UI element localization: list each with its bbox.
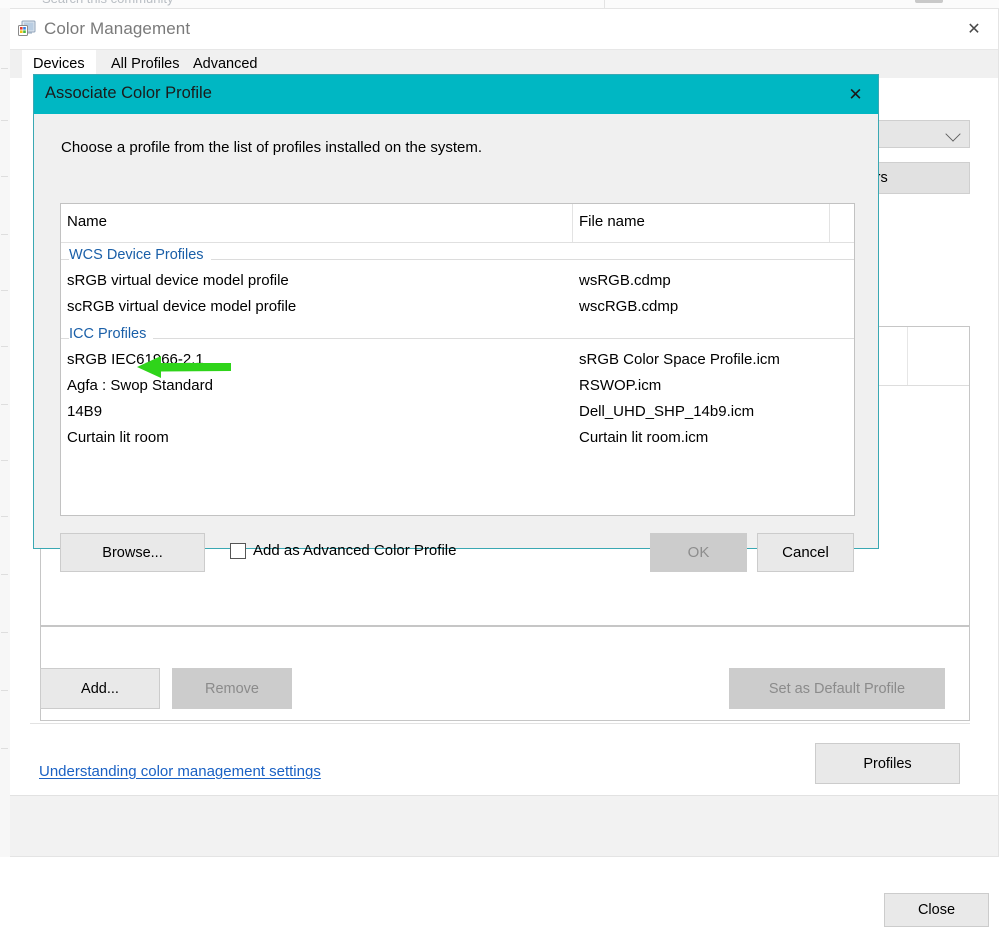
dialog-body: Choose a profile from the list of profil… xyxy=(34,114,878,572)
chevron-down-icon xyxy=(945,126,961,142)
window-footer: Close xyxy=(10,796,998,927)
add-as-advanced-color-profile-checkbox[interactable]: Add as Advanced Color Profile xyxy=(230,542,456,559)
profile-name: 14B9 xyxy=(67,403,103,420)
add-button-label: Add... xyxy=(81,680,119,697)
color-monitor-icon xyxy=(18,20,36,37)
profile-name: sRGB IEC61966-2.1 xyxy=(67,351,204,368)
associate-color-profile-dialog: Associate Color Profile ✕ Choose a profi… xyxy=(33,74,879,572)
profile-name: Curtain lit room xyxy=(67,429,169,446)
ok-button[interactable]: OK xyxy=(650,533,747,572)
section-divider xyxy=(30,723,970,724)
profiles-list[interactable]: Name File name WCS Device Profiles sRGB … xyxy=(60,203,855,516)
group-header-icc: ICC Profiles xyxy=(61,322,854,349)
group-header-wcs: WCS Device Profiles xyxy=(61,243,854,270)
background-window-ghost-text: Search this community xyxy=(42,0,174,6)
close-icon[interactable]: ✕ xyxy=(956,15,992,43)
profile-name: Agfa : Swop Standard xyxy=(67,377,213,394)
set-as-default-profile-label: Set as Default Profile xyxy=(768,680,906,697)
list-item[interactable]: Curtain lit room Curtain lit room.icm xyxy=(61,427,854,453)
background-window-strip: Search this community xyxy=(0,0,999,8)
close-button-label: Close xyxy=(917,902,956,918)
column-header-file-name[interactable]: File name xyxy=(579,213,645,230)
cancel-button[interactable]: Cancel xyxy=(757,533,854,572)
checkbox-box[interactable] xyxy=(230,542,246,559)
dialog-prompt-text: Choose a profile from the list of profil… xyxy=(61,139,483,156)
remove-button[interactable]: Remove xyxy=(172,668,292,709)
profile-file: Dell_UHD_SHP_14b9.icm xyxy=(579,403,755,420)
close-button[interactable]: Close xyxy=(884,893,989,927)
set-as-default-profile-button[interactable]: Set as Default Profile xyxy=(729,668,945,709)
profile-file: wscRGB.cdmp xyxy=(579,298,679,315)
profile-name: sRGB virtual device model profile xyxy=(67,272,289,289)
group-label: ICC Profiles xyxy=(69,326,154,342)
dialog-close-icon[interactable]: ✕ xyxy=(833,75,878,114)
add-button[interactable]: Add... xyxy=(40,668,160,709)
background-window-button xyxy=(915,0,943,3)
list-item[interactable]: sRGB IEC61966-2.1 sRGB Color Space Profi… xyxy=(61,349,854,375)
background-window-divider xyxy=(604,0,605,8)
checkbox-label: Add as Advanced Color Profile xyxy=(253,542,457,559)
profile-file: wsRGB.cdmp xyxy=(579,272,671,289)
profiles-button-label: Profiles xyxy=(863,755,912,772)
group-label: WCS Device Profiles xyxy=(69,247,211,263)
dialog-title: Associate Color Profile xyxy=(45,84,212,102)
understanding-color-management-link[interactable]: Understanding color management settings xyxy=(39,763,321,780)
profiles-button[interactable]: Profiles xyxy=(815,743,960,784)
remove-button-label: Remove xyxy=(205,680,259,697)
browse-button[interactable]: Browse... xyxy=(60,533,205,572)
window-titlebar: Color Management ✕ xyxy=(10,9,998,49)
page-title: Color Management xyxy=(44,19,191,38)
list-item[interactable]: scRGB virtual device model profile wscRG… xyxy=(61,296,854,322)
list-item[interactable]: sRGB virtual device model profile wsRGB.… xyxy=(61,270,854,296)
dialog-titlebar: Associate Color Profile ✕ xyxy=(34,75,878,114)
profiles-list-rows: WCS Device Profiles sRGB virtual device … xyxy=(61,243,854,515)
profile-file: sRGB Color Space Profile.icm xyxy=(579,351,780,368)
profiles-list-header: Name File name xyxy=(61,204,854,243)
profile-name: scRGB virtual device model profile xyxy=(67,298,297,315)
list-item[interactable]: 14B9 Dell_UHD_SHP_14b9.icm xyxy=(61,401,854,427)
column-header-name[interactable]: Name xyxy=(67,213,107,230)
profile-file: RSWOP.icm xyxy=(579,377,662,394)
list-item[interactable]: Agfa : Swop Standard RSWOP.icm xyxy=(61,375,854,401)
profile-file: Curtain lit room.icm xyxy=(579,429,709,446)
